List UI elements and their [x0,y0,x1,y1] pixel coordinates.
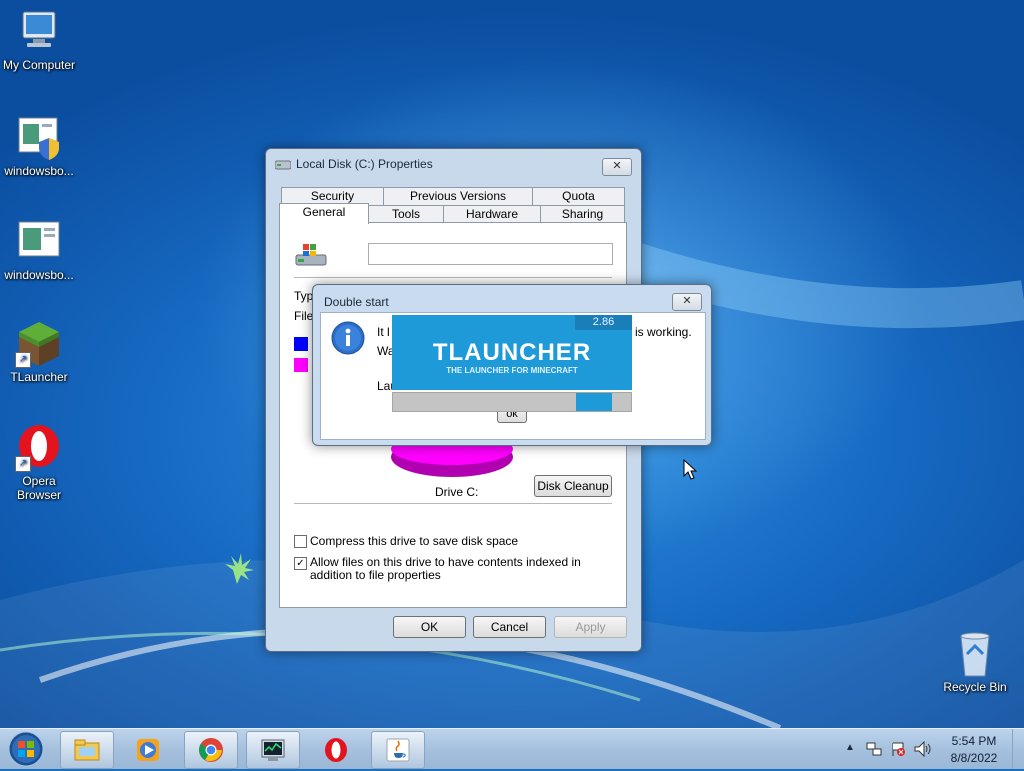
used-space-swatch [294,337,308,351]
shortcut-arrow-icon: ↗ [15,456,31,472]
show-desktop-button[interactable] [1012,729,1024,769]
taskbar-java[interactable] [371,731,425,769]
opera-icon: ↗ [15,424,63,472]
close-icon: ✕ [612,160,622,172]
desktop-icon-opera[interactable]: ↗ Opera Browser [0,424,78,502]
start-orb-icon [8,731,44,767]
volume-icon[interactable] [914,741,932,757]
message-line-1-end: is working. [635,325,692,339]
tab-general[interactable]: General [279,203,369,224]
close-button[interactable]: ✕ [602,158,632,176]
shortcut-arrow-icon: ↗ [15,352,31,368]
message-line-1-start: It l [377,325,390,339]
opera-icon [325,738,347,762]
disk-cleanup-button[interactable]: Disk Cleanup [534,475,612,497]
file-system-label: File [294,309,314,323]
compress-label: Compress this drive to save disk space [310,534,519,548]
taskbar: ▲ 5:54 PM 8/8/2022 [0,728,1024,769]
clock-time[interactable]: 5:54 PM [944,734,1004,749]
desktop-icon-tlauncher[interactable]: ↗ TLauncher [0,320,78,384]
drive-large-icon [294,241,328,269]
task-manager-icon [261,739,285,761]
ok-button[interactable]: OK [393,616,466,638]
dialog-close-button[interactable]: ✕ [672,293,702,311]
close-icon: ✕ [682,295,692,307]
java-icon [386,738,410,762]
tlauncher-banner: 2.86 TLAUNCHER THE LAUNCHER FOR MINECRAF… [392,315,632,390]
setup-shield-icon [15,114,63,162]
free-space-swatch [294,358,308,372]
desktop-icon-my-computer[interactable]: My Computer [0,8,78,72]
drive-icon [274,158,292,170]
taskbar-opera[interactable] [309,731,363,769]
desktop-icon-windowsbo-2[interactable]: windowsbo... [0,218,78,282]
network-icon[interactable] [866,741,882,757]
recycle-bin-icon [951,630,999,678]
index-checkbox[interactable]: ✓ [294,557,307,570]
tab-sharing[interactable]: Sharing [540,205,625,223]
action-center-icon[interactable] [890,741,906,757]
tab-hardware[interactable]: Hardware [443,205,541,223]
desktop-icon-recycle-bin[interactable]: Recycle Bin [936,630,1014,694]
apply-button[interactable]: Apply [554,616,627,638]
tab-previous-versions[interactable]: Previous Versions [383,187,533,205]
taskbar-task-manager[interactable] [246,731,300,769]
cancel-button[interactable]: Cancel [473,616,546,638]
checkmark-icon: ✓ [296,558,305,569]
clock-date[interactable]: 8/8/2022 [944,751,1004,766]
desktop-icon-windowsbo-1[interactable]: windowsbo... [0,114,78,178]
volume-label-input[interactable] [368,243,613,265]
tab-tools[interactable]: Tools [368,205,444,223]
taskbar-explorer[interactable] [60,731,114,769]
tlauncher-progress-track [392,392,632,412]
divider [294,503,612,504]
tab-quota[interactable]: Quota [532,187,625,205]
tlauncher-brand: TLAUNCHER [432,339,592,366]
divider [294,277,612,278]
drive-label: Drive C: [435,485,479,499]
tlauncher-progress-fill [576,393,612,411]
type-label: Typ [294,289,314,303]
tlauncher-tagline: THE LAUNCHER FOR MINECRAFT [446,366,578,375]
explorer-icon [74,739,100,761]
computer-icon [15,8,63,56]
info-icon [331,321,365,355]
index-label: Allow files on this drive to have conten… [310,555,581,582]
compress-checkbox[interactable] [294,535,307,548]
taskbar-media-player[interactable] [121,731,175,769]
version-badge: 2.86 [575,315,632,330]
start-button[interactable] [6,730,46,768]
properties-title: Local Disk (C:) Properties [296,157,433,171]
setup-icon [15,218,63,266]
media-player-icon [137,739,159,761]
taskbar-chrome[interactable] [184,731,238,769]
chrome-icon [199,738,223,762]
show-hidden-icons-icon[interactable]: ▲ [845,742,855,753]
mouse-cursor-icon [683,459,697,480]
tlauncher-splash: 2.86 TLAUNCHER THE LAUNCHER FOR MINECRAF… [392,315,632,413]
tlauncher-grass-icon: ↗ [15,320,63,368]
